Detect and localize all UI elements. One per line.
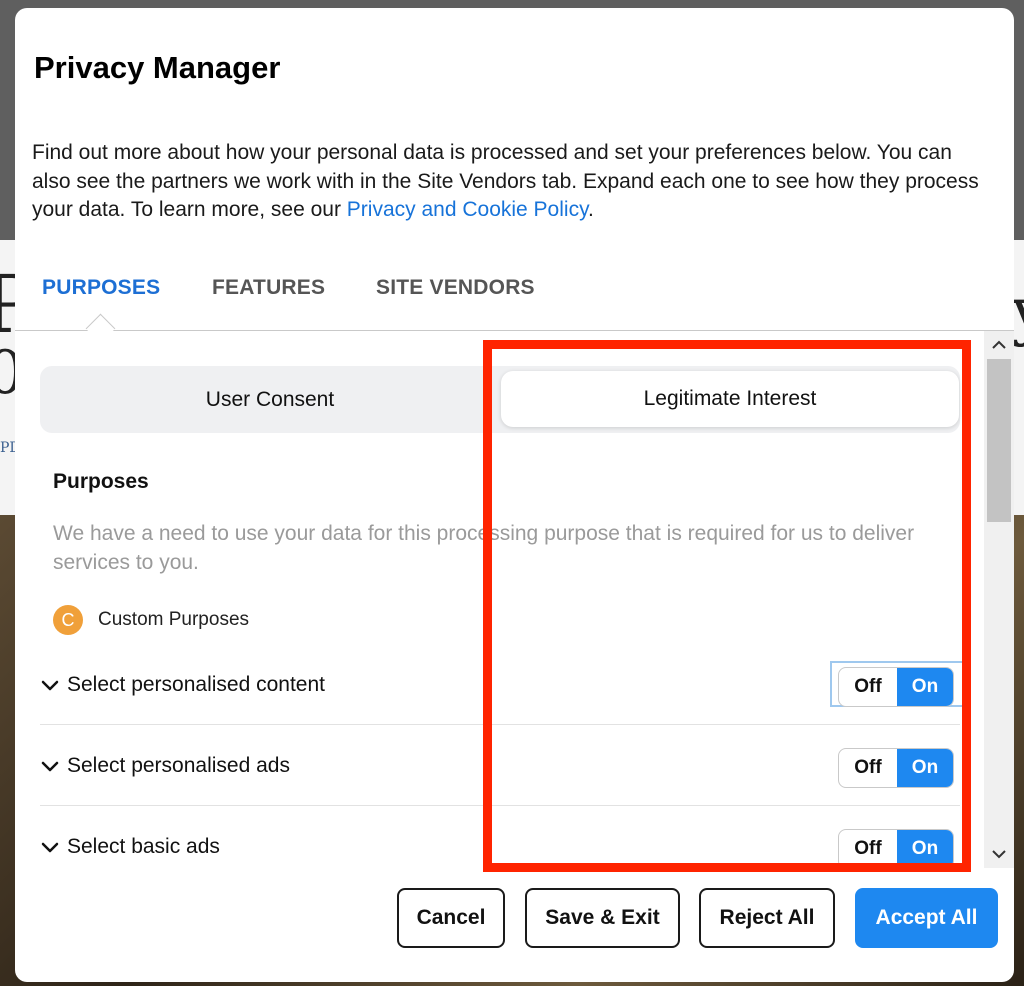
annotation-highlight-box (483, 340, 971, 872)
chevron-down-icon[interactable] (40, 676, 60, 696)
arrow-down-icon (992, 850, 1006, 859)
save-exit-button[interactable]: Save & Exit (525, 888, 680, 948)
intro-text: Find out more about how your personal da… (32, 139, 992, 225)
section-title: Purposes (53, 470, 149, 493)
purpose-label[interactable]: Select basic ads (67, 835, 220, 859)
accept-all-button[interactable]: Accept All (855, 888, 998, 948)
tab-features[interactable]: FEATURES (212, 276, 325, 300)
panel-scrollbar[interactable] (984, 331, 1014, 868)
dialog-title: Privacy Manager (34, 50, 281, 85)
user-consent-option[interactable]: User Consent (40, 366, 500, 433)
privacy-policy-link[interactable]: Privacy and Cookie Policy (347, 198, 588, 221)
custom-purposes-label: Custom Purposes (98, 609, 250, 630)
tab-bar: PURPOSES FEATURES SITE VENDORS (15, 268, 1014, 332)
reject-all-button[interactable]: Reject All (699, 888, 835, 948)
chevron-down-icon[interactable] (40, 757, 60, 777)
purpose-label[interactable]: Select personalised ads (67, 754, 290, 778)
scroll-up-button[interactable] (984, 331, 1014, 359)
intro-text-end: . (588, 198, 594, 221)
purpose-label[interactable]: Select personalised content (67, 673, 325, 697)
tab-purposes[interactable]: PURPOSES (42, 276, 160, 300)
custom-badge: C (53, 605, 83, 635)
chevron-down-icon[interactable] (40, 838, 60, 858)
arrow-up-icon (992, 340, 1006, 349)
cancel-button[interactable]: Cancel (397, 888, 505, 948)
custom-purposes-legend: C Custom Purposes (53, 604, 249, 636)
scroll-thumb[interactable] (987, 359, 1011, 522)
tab-site-vendors[interactable]: SITE VENDORS (376, 276, 535, 300)
scroll-down-button[interactable] (984, 840, 1014, 868)
